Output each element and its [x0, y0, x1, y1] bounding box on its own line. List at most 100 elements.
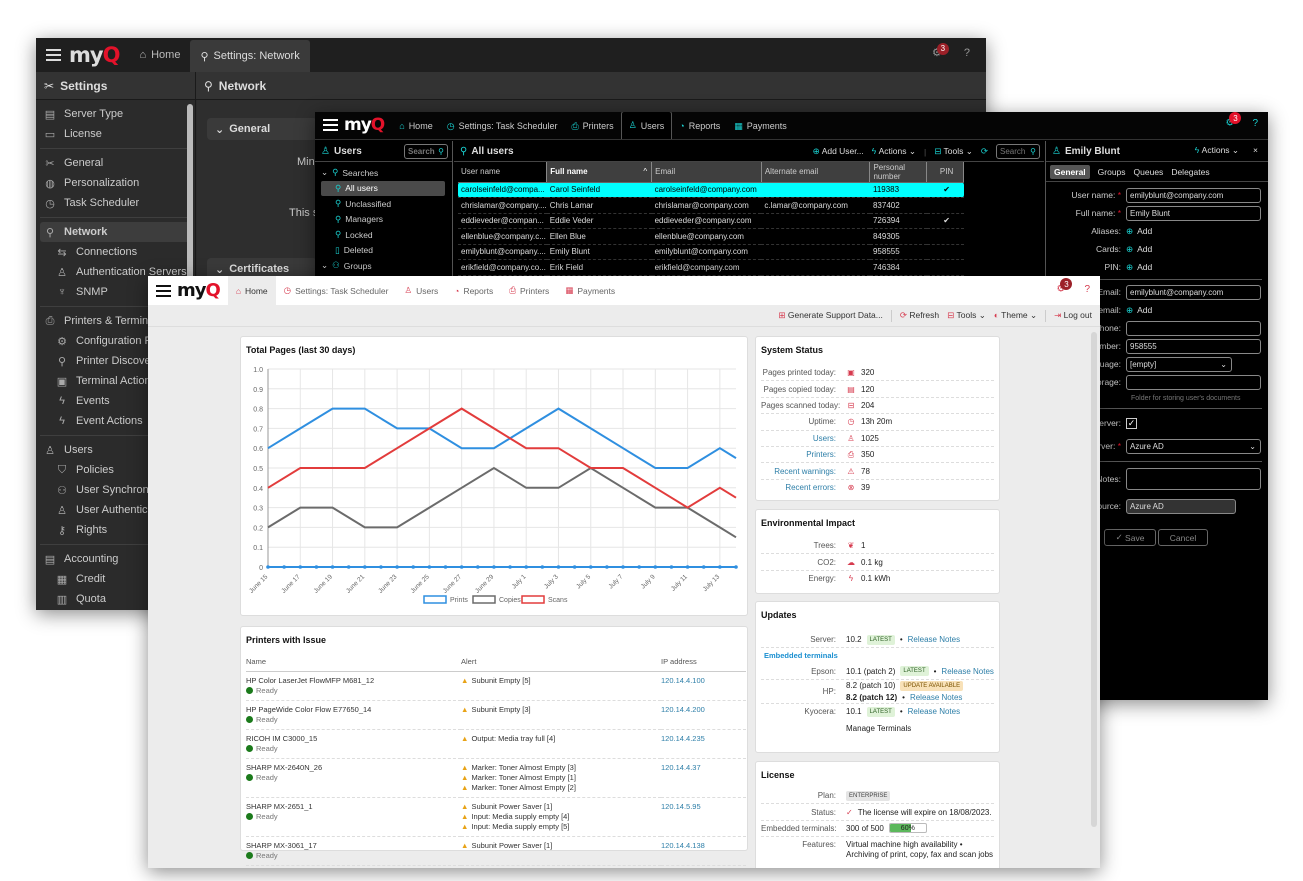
- add-pin-button[interactable]: ⊕ Add: [1126, 262, 1152, 273]
- tab-home[interactable]: ⌂ Home: [227, 276, 276, 305]
- auth-server-select[interactable]: Azure AD ⌄: [1126, 438, 1261, 454]
- column-header[interactable]: User name: [458, 162, 547, 183]
- release-notes-link[interactable]: Release Notes: [908, 635, 960, 644]
- table-row[interactable]: ellenblue@company.c... Ellen Blue ellenblu…: [458, 228, 964, 245]
- table-row[interactable]: SHARP MX-2640N_26 Ready ▲ Marker: Toner Alm…: [246, 758, 746, 798]
- notifications-icon[interactable]: ⚙3: [1225, 112, 1246, 129]
- theme-button[interactable]: ◐ Theme ⌄: [994, 310, 1037, 321]
- tab-groups[interactable]: Groups: [1098, 167, 1126, 177]
- refresh-icon[interactable]: ⟳: [981, 146, 988, 157]
- storage-field[interactable]: [1126, 374, 1261, 390]
- add-alt-email-button[interactable]: ⊕ Add: [1126, 305, 1152, 316]
- notifications-icon[interactable]: ⚙3: [1056, 278, 1077, 295]
- list-search-input[interactable]: Search ⚲: [996, 144, 1040, 159]
- help-icon[interactable]: ?: [1084, 284, 1090, 295]
- status-label[interactable]: Users:: [761, 434, 846, 443]
- column-header[interactable]: Alternate email: [760, 162, 870, 183]
- tree-item-searches[interactable]: ⌄ ⚲ Searches: [315, 165, 452, 181]
- table-row[interactable]: RICOH IM C3000_15 Ready ▲ Output: Media tra…: [246, 729, 746, 759]
- manage-terminals-link[interactable]: Manage Terminals: [846, 724, 911, 733]
- tab-settings-network[interactable]: ⚲ Settings: Network: [190, 40, 310, 72]
- generate-support-button[interactable]: ⊞ Generate Support Data...: [778, 310, 882, 321]
- auth-server-checkbox[interactable]: ✓: [1126, 417, 1137, 429]
- menu-icon[interactable]: [156, 284, 171, 297]
- language-select[interactable]: [empty] ⌄: [1126, 356, 1232, 372]
- tools-button[interactable]: ⊟ Tools ⌄: [934, 146, 973, 157]
- tab-reports[interactable]: ◔ Reports: [446, 276, 501, 305]
- table-row[interactable]: emilyblunt@company.... Emily Blunt emilybl…: [458, 244, 964, 260]
- tab-payments[interactable]: ▦ Payments: [727, 113, 794, 139]
- personal-number-field[interactable]: 958555: [1126, 338, 1261, 354]
- add-user-button[interactable]: ⊕ Add User...: [813, 146, 864, 157]
- tools-button[interactable]: ⊟ Tools ⌄: [947, 310, 986, 321]
- table-row[interactable]: SHARP MX-3061_17 Ready ▲ Subunit Power Save…: [246, 836, 746, 866]
- tab-settings-task-scheduler[interactable]: ◷ Settings: Task Scheduler: [276, 276, 397, 305]
- tree-search-input[interactable]: Search ⚲: [404, 144, 448, 159]
- user-name-field[interactable]: emilyblunt@company.com: [1126, 187, 1261, 203]
- table-row[interactable]: eddieveder@compan... Eddie Veder eddievede…: [458, 213, 964, 229]
- release-notes-link[interactable]: Release Notes: [908, 707, 960, 716]
- tab-queues[interactable]: Queues: [1134, 167, 1164, 177]
- legend-label[interactable]: Copies: [499, 597, 521, 604]
- table-row[interactable]: erikfield@company.co... Erik Field erikfie…: [458, 259, 964, 276]
- cancel-button[interactable]: Cancel: [1158, 529, 1208, 546]
- ip-address-link[interactable]: 120.14.4.138: [661, 841, 705, 850]
- tree-item-unclassified[interactable]: ⚲ Unclassified: [315, 196, 452, 212]
- add-card-button[interactable]: ⊕ Add: [1126, 244, 1152, 255]
- tree-item-locked[interactable]: ⚲ Locked: [315, 227, 452, 243]
- sidebar-item-license[interactable]: ▭ License: [36, 124, 195, 144]
- detail-actions-button[interactable]: ϟ Actions ⌄: [1195, 145, 1239, 156]
- column-header[interactable]: Personal number: [869, 162, 927, 183]
- tab-printers[interactable]: ⎙ Printers: [501, 276, 557, 305]
- close-icon[interactable]: ×: [1253, 145, 1258, 156]
- status-label[interactable]: Recent warnings:: [761, 467, 846, 476]
- sidebar-item-connections[interactable]: ⇆ Connections: [36, 242, 195, 262]
- tab-users[interactable]: ♙ Users: [396, 276, 446, 305]
- ip-address-link[interactable]: 120.14.5.95: [661, 802, 701, 811]
- notifications-icon[interactable]: ⚙3: [932, 42, 954, 60]
- legend-label[interactable]: Scans: [548, 597, 568, 604]
- ip-address-link[interactable]: 120.14.4.235: [661, 734, 705, 743]
- tab-delegates[interactable]: Delegates: [1171, 167, 1209, 177]
- tree-item-deleted[interactable]: ▯ Deleted: [315, 243, 452, 259]
- sidebar-item-task-scheduler[interactable]: ◷ Task Scheduler: [36, 193, 195, 213]
- table-row[interactable]: HP PageWide Color Flow E77650_14 Ready ▲ Su…: [246, 700, 746, 730]
- column-header[interactable]: Email: [651, 162, 762, 183]
- tree-item-all-users[interactable]: ⚲ All users: [321, 180, 445, 196]
- section-general[interactable]: ⌄ General: [207, 118, 317, 140]
- sidebar-item-general[interactable]: ✂ General: [36, 153, 195, 173]
- tab-payments[interactable]: ▦ Payments: [557, 276, 623, 305]
- notes-field[interactable]: [1126, 468, 1261, 490]
- phone-field[interactable]: [1126, 320, 1261, 336]
- help-icon[interactable]: ?: [964, 47, 970, 59]
- ip-address-link[interactable]: 120.14.4.37: [661, 763, 701, 772]
- legend-label[interactable]: Prints: [450, 597, 468, 604]
- tab-reports[interactable]: ◔ Reports: [672, 113, 727, 139]
- table-row[interactable]: HP Color LaserJet FlowMFP M681_12 Ready ▲ S…: [246, 671, 746, 701]
- release-notes-link[interactable]: Release Notes: [910, 693, 962, 702]
- tab-home[interactable]: ⌂ Home: [129, 38, 190, 72]
- table-row[interactable]: chrislamar@company.... Chris Lamar chrisla…: [458, 197, 964, 214]
- help-icon[interactable]: ?: [1252, 118, 1258, 129]
- sidebar-item-personalization[interactable]: ◍ Personalization: [36, 173, 195, 193]
- ip-address-link[interactable]: 120.14.4.200: [661, 705, 705, 714]
- table-row[interactable]: SHARP MX-2651_1 Ready ▲ Subunit Power Saver…: [246, 797, 746, 837]
- tab-home[interactable]: ⌂ Home: [392, 113, 439, 139]
- add-alias-button[interactable]: ⊕ Add: [1126, 226, 1152, 237]
- tab-users[interactable]: ♙ Users: [620, 112, 673, 139]
- logout-button[interactable]: ⇥ Log out: [1054, 310, 1092, 321]
- ip-address-link[interactable]: 120.14.4.100: [661, 676, 705, 685]
- full-name-field[interactable]: Emily Blunt: [1126, 205, 1261, 221]
- save-button[interactable]: ✓ Save: [1104, 529, 1156, 546]
- column-header[interactable]: PIN: [926, 162, 964, 183]
- tab-general[interactable]: General: [1050, 164, 1090, 179]
- sidebar-item-network[interactable]: ⚲ Network: [40, 222, 191, 242]
- tree-item-managers[interactable]: ⚲ Managers: [315, 212, 452, 228]
- tree-item-groups[interactable]: ⌄ ⚇ Groups: [315, 258, 452, 274]
- menu-icon[interactable]: [323, 119, 338, 131]
- email-field[interactable]: emilyblunt@company.com: [1126, 284, 1261, 300]
- actions-button[interactable]: ϟ Actions ⌄: [872, 146, 916, 157]
- tab-printers[interactable]: ⎙ Printers: [564, 113, 620, 139]
- status-label[interactable]: Printers:: [761, 450, 846, 459]
- refresh-button[interactable]: ⟳ Refresh: [900, 310, 939, 321]
